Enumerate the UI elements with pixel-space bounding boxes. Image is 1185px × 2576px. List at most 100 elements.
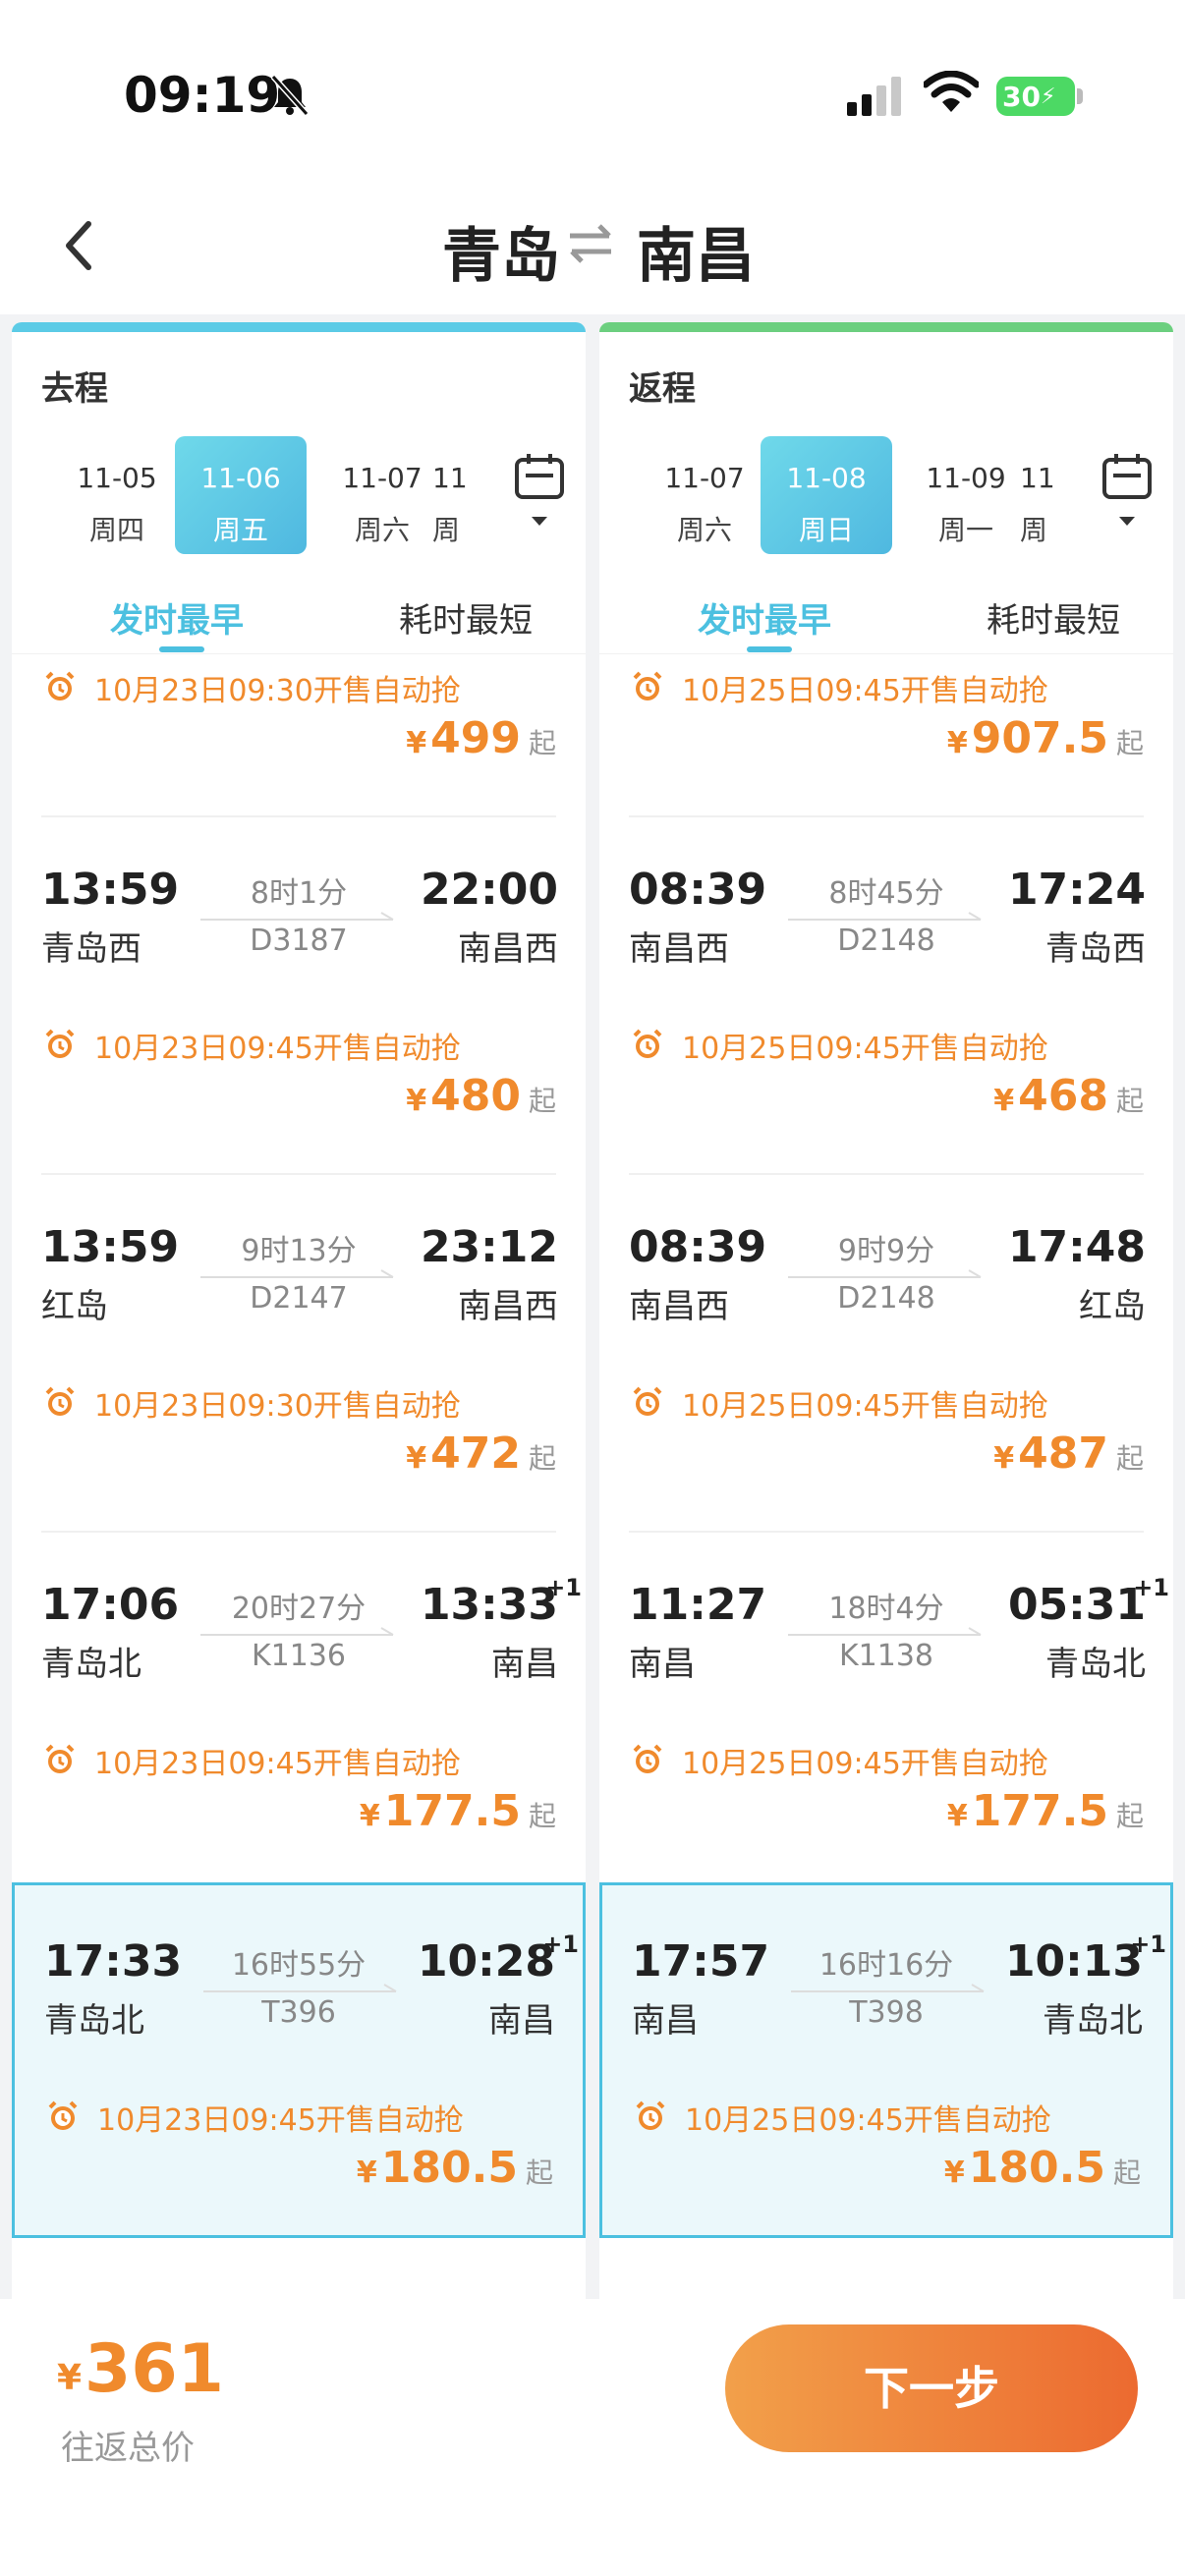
alarm-clock-icon — [45, 1386, 75, 1416]
price: ¥472 起 — [406, 1428, 556, 1479]
next-day-marker: +1 — [545, 1574, 582, 1601]
arrival-station: 南昌 — [491, 1645, 558, 1684]
date-cell[interactable]: 11-07 周六 — [316, 436, 448, 554]
yen-symbol: ¥ — [406, 1084, 427, 1118]
status-time: 09:19 — [124, 67, 281, 124]
arrow-line-icon — [203, 1984, 397, 1992]
yen-symbol: ¥ — [943, 2156, 965, 2190]
next-day-marker: +1 — [1133, 1574, 1169, 1601]
return-panel: 返程 11-07 周六 11-08 周日 11-09 周一 11 周 发时最早 … — [599, 322, 1173, 2299]
sort-tab-shortest[interactable]: 耗时最短 — [399, 593, 533, 642]
price-from-label: 起 — [528, 727, 556, 759]
arrow-line-icon — [788, 912, 982, 921]
date-text: 11-07 — [664, 462, 745, 494]
alarm-clock-icon — [633, 1386, 662, 1416]
sale-reminder-text: 10月23日09:45开售自动抢 — [97, 2103, 464, 2138]
train-row[interactable]: 17:06 青岛北 20时27分 K1136 13:33 +1 南昌 — [12, 1574, 586, 1688]
alarm-clock-icon — [45, 1744, 75, 1773]
price: ¥177.5 起 — [360, 1786, 556, 1836]
train-row[interactable]: 13:59 红岛 9时13分 D2147 23:12 南昌西 — [12, 1222, 586, 1330]
sort-tab-underline — [747, 646, 792, 652]
sort-tab-shortest[interactable]: 耗时最短 — [987, 593, 1120, 642]
arrival-station: 南昌西 — [458, 929, 558, 969]
weekday-text: 周五 — [212, 514, 268, 546]
alarm-clock-icon — [633, 1744, 662, 1773]
train-row[interactable]: 08:39 南昌西 8时45分 D2148 17:24 青岛西 — [599, 865, 1173, 973]
swap-icon[interactable] — [566, 224, 615, 263]
price: ¥177.5 起 — [947, 1786, 1144, 1836]
arrival-time: 10:28 — [417, 1936, 555, 1987]
date-cell[interactable]: 11-09 周一 — [900, 436, 1032, 554]
return-sort-row: 发时最早 耗时最短 — [599, 576, 1173, 654]
price: ¥499 起 — [406, 713, 556, 763]
top-bar: 09:19 30 ⚡ 青岛 南昌 — [0, 0, 1185, 314]
train-row[interactable]: 08:39 南昌西 9时9分 D2148 17:48 红岛 — [599, 1222, 1173, 1330]
arrival-station: 青岛北 — [1043, 2001, 1143, 2041]
price-from-label: 起 — [1115, 1085, 1144, 1117]
alarm-clock-icon — [45, 1029, 75, 1058]
alarm-clock-icon — [45, 671, 75, 700]
outbound-label: 去程 — [41, 369, 108, 409]
next-step-button[interactable]: 下一步 — [725, 2324, 1138, 2452]
alarm-clock-icon — [633, 671, 662, 700]
sale-reminder-text: 10月25日09:45开售自动抢 — [682, 1747, 1048, 1781]
price-amount: 480 — [430, 1071, 521, 1121]
train-row[interactable]: 11:27 南昌 18时4分 K1138 05:31 +1 青岛北 — [599, 1574, 1173, 1688]
date-cell[interactable]: 11 周 — [1020, 436, 1079, 554]
yen-symbol: ¥ — [406, 1441, 427, 1476]
sort-tab-earliest[interactable]: 发时最早 — [698, 593, 831, 642]
sale-reminder-text: 10月23日09:30开售自动抢 — [94, 1389, 461, 1424]
price-amount: 468 — [1018, 1071, 1108, 1121]
return-label: 返程 — [629, 369, 696, 409]
divider — [41, 1531, 556, 1533]
weekday-text: 周 — [432, 514, 461, 546]
arrow-line-icon — [200, 1269, 394, 1278]
date-text: 11-08 — [786, 462, 867, 494]
train-row[interactable]: 13:59 青岛西 8时1分 D3187 22:00 南昌西 — [12, 865, 586, 973]
yen-symbol: ¥ — [993, 1084, 1015, 1118]
arrival-time: 17:24 — [1007, 865, 1146, 915]
arrival-time: 10:13 — [1004, 1936, 1143, 1987]
sort-tab-earliest[interactable]: 发时最早 — [110, 593, 244, 642]
date-cell[interactable]: 11 周 — [432, 436, 491, 554]
calendar-icon[interactable] — [1100, 448, 1154, 536]
weekday-text: 周 — [1020, 514, 1048, 546]
divider — [629, 1531, 1144, 1533]
arrival-time: 22:00 — [420, 865, 558, 915]
weekday-text: 周四 — [88, 514, 144, 546]
weekday-text: 周六 — [676, 514, 732, 546]
price-amount: 472 — [430, 1428, 521, 1479]
selected-train-card[interactable]: 17:33 青岛北 16时55分 T396 10:28 +1 南昌 10月23日… — [12, 1882, 586, 2238]
calendar-icon[interactable] — [513, 448, 566, 536]
outbound-strip — [12, 322, 586, 332]
arrow-line-icon — [791, 1984, 985, 1992]
arrival-time: 23:12 — [420, 1222, 558, 1272]
train-row[interactable]: 17:57 南昌 16时16分 T398 10:13 +1 青岛北 — [602, 1931, 1170, 2044]
alarm-clock-icon — [48, 2100, 78, 2130]
yen-symbol: ¥ — [359, 1799, 380, 1833]
date-text: 11-09 — [926, 462, 1006, 494]
battery-level: 30 — [1002, 80, 1041, 113]
price: ¥480 起 — [406, 1071, 556, 1121]
date-cell-selected[interactable]: 11-06 周五 — [175, 436, 307, 554]
yen-symbol: ¥ — [946, 1799, 968, 1833]
title-from-city: 青岛 — [442, 222, 560, 291]
sale-reminder-text: 10月25日09:45开售自动抢 — [682, 1389, 1048, 1424]
selected-train-card[interactable]: 17:57 南昌 16时16分 T398 10:13 +1 青岛北 10月25日… — [599, 1882, 1173, 2238]
divider — [629, 815, 1144, 817]
back-icon[interactable] — [55, 216, 104, 275]
arrow-line-icon — [788, 1627, 982, 1636]
date-text: 11 — [432, 462, 468, 494]
price-amount: 907.5 — [971, 713, 1108, 763]
yen-symbol: ¥ — [406, 726, 427, 760]
alarm-clock-icon — [636, 2100, 665, 2130]
bottom-bar: ¥ 361 往返总价 下一步 — [0, 2299, 1185, 2576]
date-cell[interactable]: 11-07 周六 — [639, 436, 770, 554]
price-amount: 499 — [430, 713, 521, 763]
price-from-label: 起 — [1112, 2156, 1141, 2189]
date-cell[interactable]: 11-05 周四 — [51, 436, 183, 554]
arrival-station: 青岛西 — [1045, 929, 1146, 969]
train-row[interactable]: 17:33 青岛北 16时55分 T396 10:28 +1 南昌 — [15, 1931, 583, 2044]
signal-icon — [847, 77, 901, 116]
date-cell-selected[interactable]: 11-08 周日 — [761, 436, 892, 554]
